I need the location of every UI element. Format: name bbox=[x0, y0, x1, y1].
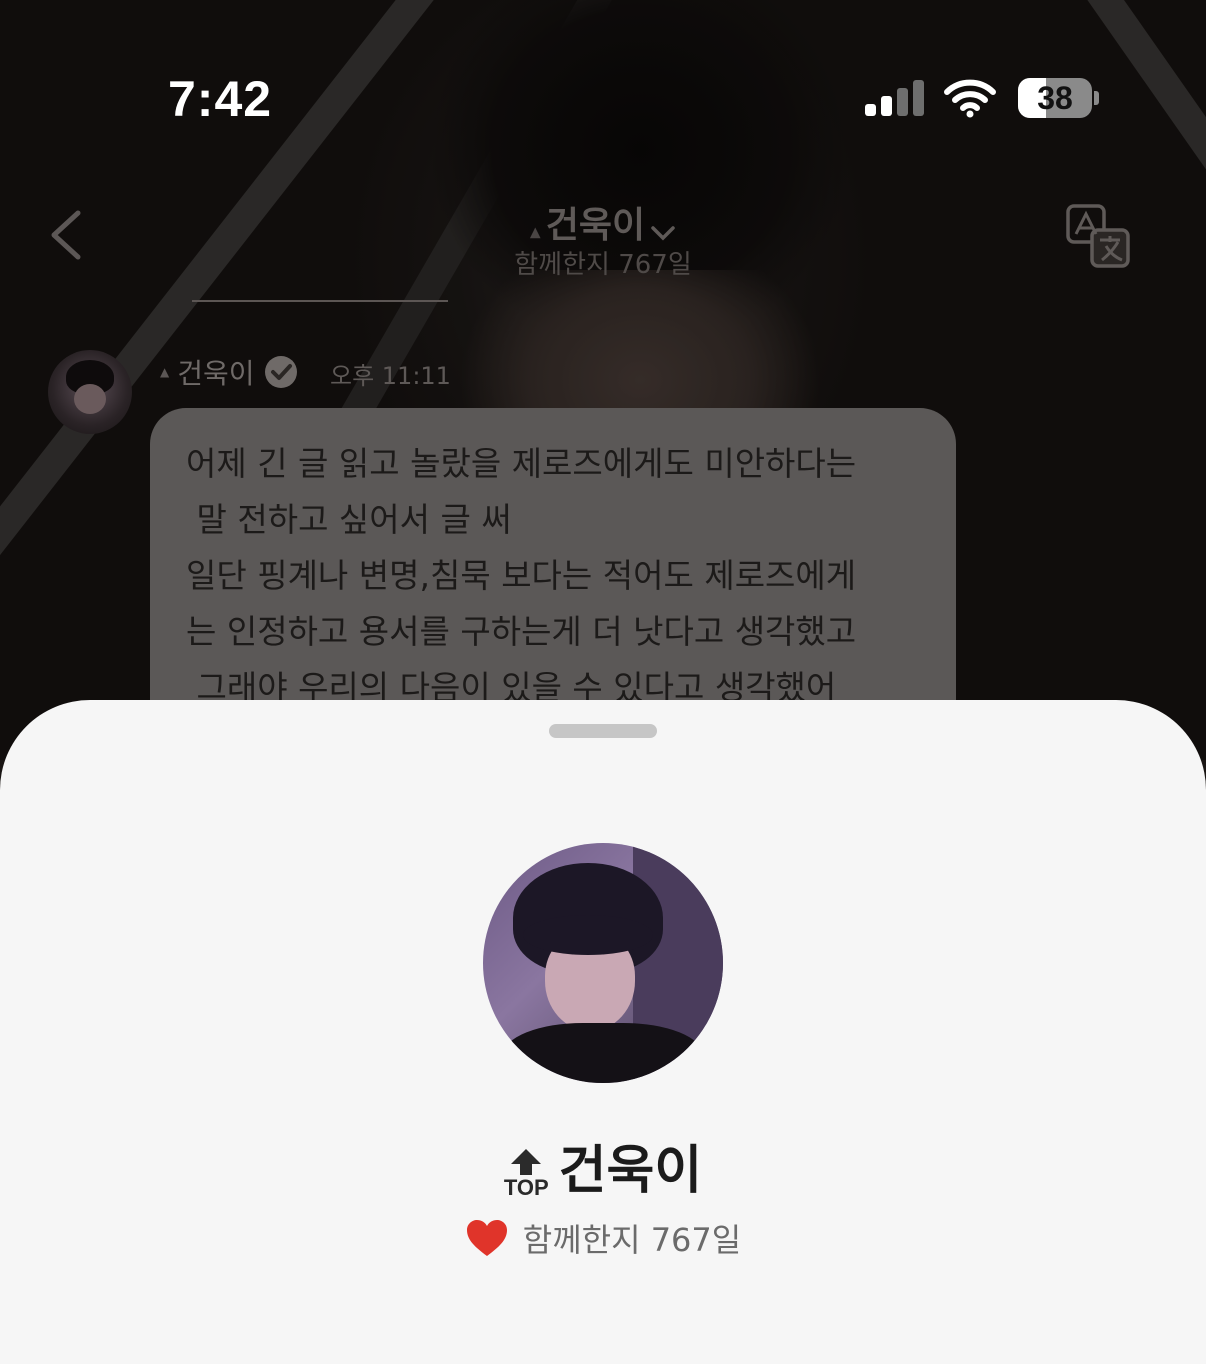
days-together-text: 함께한지 767일 bbox=[522, 1221, 742, 1259]
message-text: 어제 긴 글 읽고 놀랐을 제로즈에게도 미안하다는 말 전하고 싶어서 글 써… bbox=[186, 444, 857, 707]
translate-icon[interactable] bbox=[1064, 202, 1132, 270]
heart-icon bbox=[466, 1220, 507, 1256]
profile-photo[interactable] bbox=[483, 843, 723, 1083]
profile-name: 건욱이 bbox=[558, 1141, 703, 1201]
message-sender-name: 건욱이 bbox=[177, 357, 255, 390]
chat-title[interactable]: ▲ 건욱이 bbox=[0, 196, 1206, 248]
chat-days-together: 함께한지 767일 bbox=[514, 250, 692, 280]
top-badge-icon: ▲ bbox=[160, 365, 170, 379]
top-badge-label: TOP bbox=[503, 1174, 549, 1200]
verified-badge-icon bbox=[264, 356, 297, 388]
battery-icon: 38 bbox=[1018, 78, 1099, 118]
sender-avatar[interactable] bbox=[48, 350, 132, 434]
dropdown-chevron-icon bbox=[651, 225, 675, 240]
sheet-drag-handle[interactable] bbox=[549, 724, 657, 738]
message-time: 오후 11:11 bbox=[330, 362, 451, 390]
message-sender: ▲ 건욱이 bbox=[160, 352, 299, 392]
wifi-icon bbox=[944, 79, 996, 118]
cellular-signal-icon bbox=[865, 80, 925, 116]
chat-title-name: 건욱이 bbox=[545, 205, 646, 246]
header-divider bbox=[192, 300, 448, 302]
top-badge-icon: ▲ bbox=[529, 224, 541, 241]
status-time: 7:42 bbox=[168, 71, 273, 127]
days-together-row: 함께한지 767일 bbox=[0, 1215, 1206, 1261]
battery-level: 38 bbox=[1037, 80, 1073, 116]
profile-name-row: TOP 건욱이 bbox=[0, 1128, 1206, 1203]
profile-sheet: TOP 건욱이 함께한지 767일 bbox=[0, 700, 1206, 1364]
top-arrow-icon: TOP bbox=[504, 1147, 549, 1199]
message-bubble[interactable]: 어제 긴 글 읽고 놀랐을 제로즈에게도 미안하다는 말 전하고 싶어서 글 써… bbox=[150, 408, 956, 738]
